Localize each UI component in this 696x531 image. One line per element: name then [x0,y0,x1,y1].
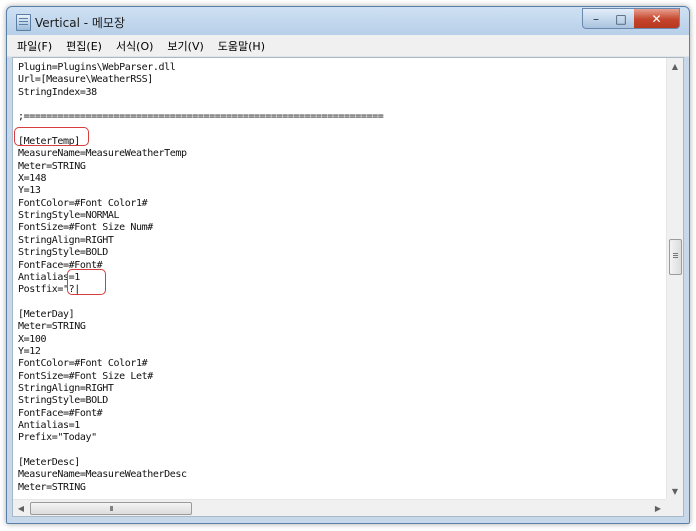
title-bar[interactable]: Vertical - 메모장 – □ ✕ [7,7,689,35]
menu-file[interactable]: 파일(F) [7,38,59,54]
notepad-icon[interactable] [16,14,31,31]
maximize-button[interactable]: □ [608,8,635,29]
editor-text[interactable]: Plugin=Plugins\WebParser.dll Url=[Measur… [18,62,658,494]
text-editor[interactable]: Plugin=Plugins\WebParser.dll Url=[Measur… [12,57,684,517]
minimize-icon: – [593,11,599,26]
vertical-scroll-thumb[interactable] [669,239,682,275]
menu-format[interactable]: 서식(O) [109,38,160,54]
scroll-down-arrow-icon[interactable]: ▼ [667,483,683,499]
minimize-button[interactable]: – [582,8,610,29]
scroll-up-arrow-icon[interactable]: ▲ [667,58,683,74]
menu-edit[interactable]: 편집(E) [59,38,109,54]
horizontal-scrollbar[interactable]: ◀ III ▶ [13,499,666,516]
scroll-left-arrow-icon[interactable]: ◀ [13,500,29,516]
window-title: Vertical - 메모장 [35,16,125,30]
menu-view[interactable]: 보기(V) [160,38,210,54]
notepad-window: Vertical - 메모장 – □ ✕ 파일(F) 편집(E) 서식(O) 보… [6,6,690,524]
size-grip[interactable] [666,499,683,516]
close-button[interactable]: ✕ [634,8,680,29]
horizontal-scroll-thumb[interactable]: III [30,502,192,515]
menu-help[interactable]: 도움말(H) [211,38,272,54]
menu-bar: 파일(F) 편집(E) 서식(O) 보기(V) 도움말(H) [7,35,689,57]
scroll-right-arrow-icon[interactable]: ▶ [650,500,666,516]
close-icon: ✕ [651,11,662,26]
scroll-grip: III [109,504,113,513]
vertical-scrollbar[interactable]: ▲ ▼ [666,58,683,499]
maximize-icon: □ [615,11,627,26]
